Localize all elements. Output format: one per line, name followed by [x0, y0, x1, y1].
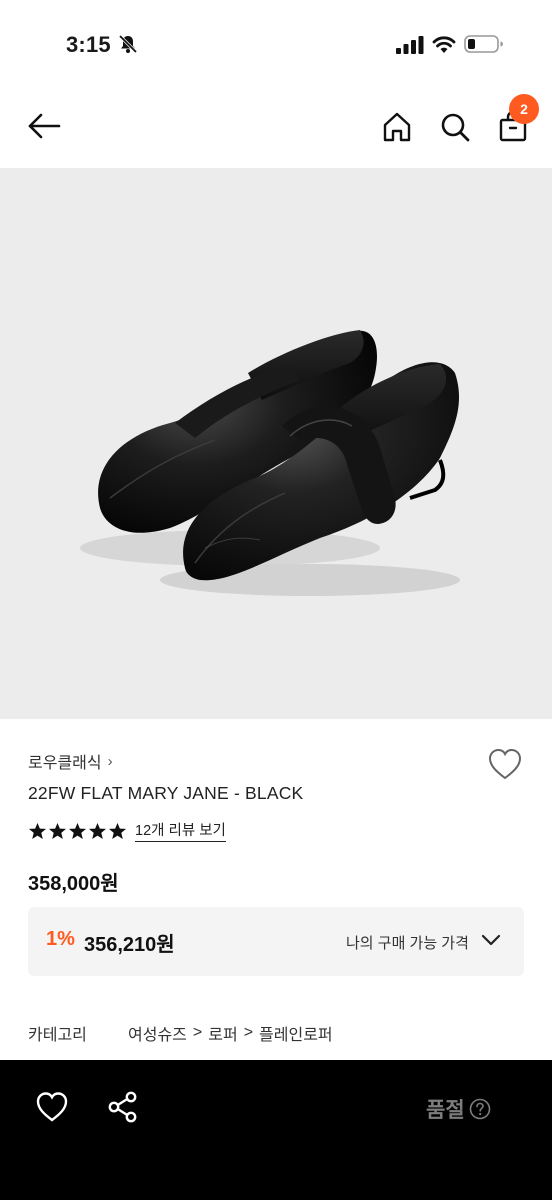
my-price-label: 나의 구매 가능 가격	[346, 935, 469, 952]
chevron-right-icon: >	[192, 1024, 203, 1041]
bell-off-icon	[118, 34, 138, 54]
chevron-down-icon	[481, 934, 501, 946]
status-bar: 3:15	[0, 0, 552, 90]
brand-link[interactable]: 로우클래식 ›	[28, 749, 113, 773]
discount-price: 356,210원	[84, 934, 175, 956]
top-navigation: 2	[0, 90, 552, 168]
breadcrumb-womens-shoes[interactable]: 여성슈즈	[128, 1021, 187, 1045]
cart-count-badge: 2	[509, 94, 539, 124]
discount-rate: 1%	[46, 928, 75, 950]
chevron-right-icon: ›	[107, 752, 113, 770]
battery-icon	[464, 35, 503, 53]
breadcrumb-loafer[interactable]: 로퍼	[208, 1021, 237, 1045]
help-icon[interactable]	[469, 1098, 491, 1120]
chevron-right-icon: >	[243, 1024, 254, 1041]
home-icon[interactable]	[380, 110, 414, 144]
star-rating	[28, 822, 127, 840]
brand-name: 로우클래식	[28, 755, 102, 772]
star-icon	[88, 822, 107, 839]
my-price-dropdown[interactable]: 1% 356,210원 나의 구매 가능 가격	[28, 907, 524, 976]
review-link[interactable]: 12개 리뷰 보기	[135, 819, 226, 842]
product-image[interactable]	[0, 168, 552, 719]
back-arrow-icon[interactable]	[26, 110, 62, 142]
category-label: 카테고리	[28, 1027, 87, 1044]
breadcrumb-plain-loafer[interactable]: 플레인로퍼	[259, 1021, 333, 1045]
heart-icon[interactable]	[34, 1090, 70, 1124]
category-breadcrumb: 카테고리 여성슈즈 > 로퍼 > 플레인로퍼	[28, 1021, 333, 1045]
soldout-status[interactable]: 품절	[426, 1094, 491, 1124]
status-time: 3:15	[66, 32, 111, 57]
product-price: 358,000원	[28, 873, 119, 895]
search-icon[interactable]	[438, 110, 472, 144]
bottom-action-bar: 품절	[0, 1060, 552, 1200]
star-icon	[108, 822, 127, 839]
wifi-icon	[432, 36, 456, 53]
signal-icon	[396, 36, 424, 54]
star-icon	[68, 822, 87, 839]
star-icon	[28, 822, 47, 839]
star-icon	[48, 822, 67, 839]
soldout-label: 품절	[426, 1099, 465, 1122]
product-name: 22FW FLAT MARY JANE - BLACK	[28, 783, 304, 803]
wishlist-heart-icon[interactable]	[487, 747, 523, 781]
share-icon[interactable]	[106, 1090, 140, 1124]
mary-jane-shoes-image	[80, 330, 460, 596]
rating-row: 12개 리뷰 보기	[28, 819, 226, 842]
